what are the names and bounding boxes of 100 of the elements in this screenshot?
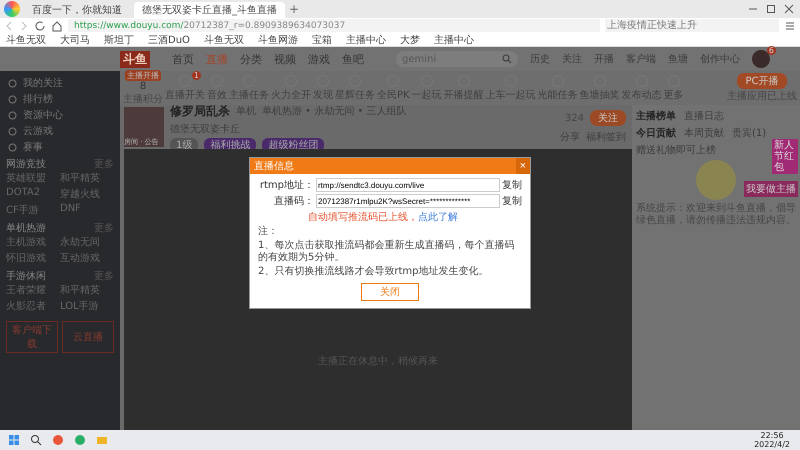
sidebar-label: 赛事 (23, 140, 43, 154)
bookmark-item[interactable]: 三酒DuO (148, 33, 190, 46)
note-text: 注： (258, 226, 279, 238)
game-link[interactable]: DNF (60, 203, 114, 217)
maximize-icon[interactable] (766, 4, 776, 14)
warning-text: 自动填写推流码已上线， (308, 212, 418, 223)
copy-link[interactable]: 复制 (502, 178, 522, 192)
section-title: 手游休闲 (6, 270, 46, 283)
game-link[interactable]: LOL手游 (60, 299, 114, 313)
game-link[interactable]: 互动游戏 (60, 251, 114, 265)
header-link[interactable]: 创作中心 (700, 52, 740, 66)
game-link[interactable]: 王者荣耀 (6, 283, 60, 297)
bookmark-item[interactable]: 主播中心 (346, 33, 386, 46)
section-title: 网游竞技 (6, 158, 46, 171)
sidebar-item[interactable]: 赛事 (0, 139, 120, 155)
home-icon[interactable] (51, 20, 63, 32)
game-link[interactable]: CF手游 (6, 203, 60, 217)
note-text: 2、只有切换推流线路才会导致rtmp地址发生变化。 (258, 266, 490, 278)
nav-link[interactable]: 首页 (172, 52, 194, 66)
search-icon (502, 54, 512, 64)
field-label: 直播码： (273, 194, 314, 208)
address-field[interactable]: https://www.douyu.com/20712387_r=0.8909389634073037 (68, 19, 600, 32)
header-link[interactable]: 客户端 (626, 52, 656, 66)
game-link[interactable]: 穿越火线 (60, 187, 114, 201)
game-link[interactable]: 永劫无间 (60, 235, 114, 249)
back-icon[interactable] (4, 20, 14, 32)
sidebar-button[interactable]: 云直播 (62, 321, 114, 353)
game-link[interactable]: 英雄联盟 (6, 171, 60, 185)
browser-icon[interactable] (52, 434, 64, 446)
ranking-subtab[interactable]: 今日贡献 (636, 126, 676, 140)
bookmark-item[interactable]: 斯坦丁 (104, 33, 134, 46)
game-link[interactable]: DOTA2 (6, 187, 60, 201)
dialog-title: 直播信息 (254, 160, 294, 173)
header-link[interactable]: 鱼塘 (668, 52, 688, 66)
browser-search-field[interactable]: 上海疫情正快速上升 (605, 19, 779, 32)
game-link[interactable]: 和平精英 (60, 171, 114, 185)
nav-link[interactable]: 视频 (274, 52, 296, 66)
bookmark-item[interactable]: 斗鱼网游 (258, 33, 298, 46)
site-logo[interactable]: 斗鱼 (120, 50, 150, 68)
clock-date: 2022/4/2 (754, 440, 790, 449)
reload-icon[interactable] (34, 20, 46, 32)
game-link[interactable]: 怀旧游戏 (6, 251, 60, 265)
field-label: rtmp地址： (258, 178, 314, 192)
header-link[interactable]: 历史 (530, 52, 550, 66)
ranking-subtab[interactable]: 贵宾(1) (732, 126, 766, 140)
sidebar-button[interactable]: 客户端下载 (6, 321, 58, 353)
nav-link[interactable]: 分类 (240, 52, 262, 66)
follow-button[interactable]: 关注 (590, 110, 626, 126)
ranking-tab[interactable]: 主播榜单 (636, 109, 676, 123)
game-link[interactable]: 火影忍者 (6, 299, 60, 313)
nav-link[interactable]: 鱼吧 (342, 52, 364, 66)
user-avatar[interactable] (752, 50, 770, 68)
bookmark-item[interactable]: 斗鱼无双 (204, 33, 244, 46)
bookmark-item[interactable]: 大司马 (60, 33, 90, 46)
sidebar-item[interactable]: 排行榜 (0, 91, 120, 107)
browser-logo-icon[interactable] (4, 1, 20, 17)
browser-tab[interactable]: 百度一下，你就知道 (24, 2, 130, 18)
note-text: 1、每次点击获取推流码都会重新生成直播码，每个直播码的有效期为5分钟。 (258, 240, 516, 264)
circle-icon (8, 142, 17, 152)
sidebar-label: 云游戏 (23, 124, 53, 138)
game-link[interactable]: 主机游戏 (6, 235, 60, 249)
sidebar-item[interactable]: 我的关注 (0, 75, 120, 91)
nav-link[interactable]: 直播 (206, 52, 228, 66)
learn-more-link[interactable]: 点此了解 (418, 212, 458, 223)
close-icon[interactable] (784, 4, 794, 14)
search-icon[interactable] (30, 434, 42, 446)
header-link[interactable]: 开播 (594, 52, 614, 66)
menu-icon[interactable] (784, 20, 796, 32)
bookmark-item[interactable]: 大梦 (400, 33, 420, 46)
bookmark-item[interactable]: 主播中心 (434, 33, 474, 46)
ranking-tab[interactable]: 直播日志 (684, 109, 724, 123)
promo-badge[interactable]: 新人节红包 (772, 139, 798, 174)
header-link[interactable]: 关注 (562, 52, 582, 66)
circle-icon (8, 110, 17, 120)
browser-tab[interactable]: 德堡无双姿卡丘直播_斗鱼直播 (134, 2, 285, 18)
new-tab-button[interactable]: + (289, 2, 300, 16)
circle-icon (8, 94, 17, 104)
bookmark-item[interactable]: 斗鱼无双 (6, 33, 46, 46)
close-button[interactable]: × (516, 158, 530, 174)
ranking-hint: 赠送礼物即可上榜 (636, 144, 716, 157)
copy-link[interactable]: 复制 (502, 194, 522, 208)
bookmark-item[interactable]: 宝箱 (312, 33, 332, 46)
windows-icon[interactable] (8, 434, 20, 446)
nav-link[interactable]: 游戏 (308, 52, 330, 66)
chat-icon[interactable] (74, 434, 86, 446)
score-value: 8 (140, 81, 146, 92)
input-field[interactable]: rtmp://sendtc3.douyu.com/live (316, 178, 500, 192)
forward-icon[interactable] (19, 20, 29, 32)
circle-icon (8, 126, 17, 136)
input-field[interactable]: 20712387r1mlpu2K?wsSecret=************* (316, 194, 500, 208)
pc-live-button[interactable]: PC开播 (737, 73, 786, 89)
clock-time: 22:56 (760, 431, 784, 440)
score-badge: 主播开播 (125, 70, 161, 81)
sidebar-item[interactable]: 资源中心 (0, 107, 120, 123)
stream-title: 修罗局乱杀 (170, 102, 230, 120)
promo-button[interactable]: 我要做主播 (744, 181, 798, 197)
game-link[interactable]: 和平精英 (60, 283, 114, 297)
sidebar-item[interactable]: 云游戏 (0, 123, 120, 139)
ranking-subtab[interactable]: 本周贡献 (684, 126, 724, 140)
close-button[interactable]: 关闭 (361, 283, 419, 301)
